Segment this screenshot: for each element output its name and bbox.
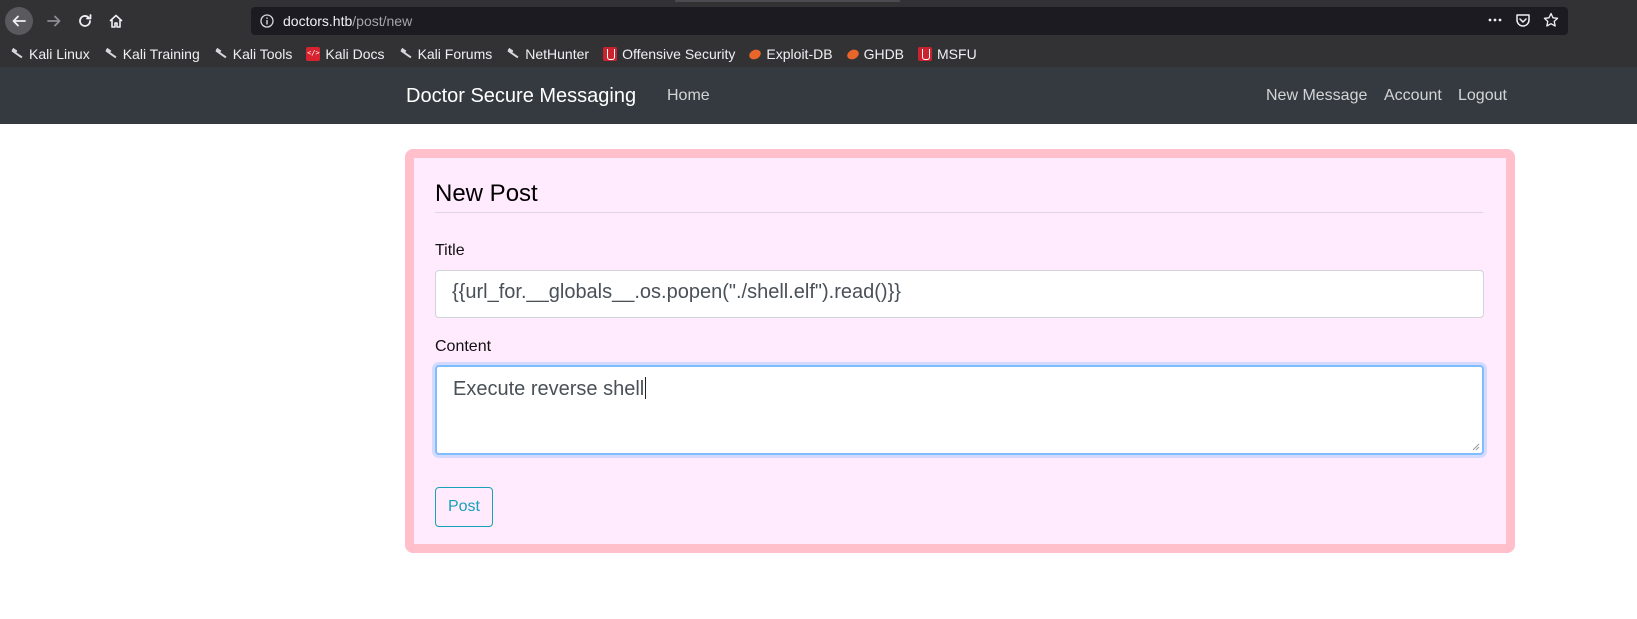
kali-dragon-icon <box>214 47 228 61</box>
content-text: Execute reverse shell <box>453 378 645 400</box>
bookmark-exploit-db[interactable]: Exploit-DB <box>748 46 833 62</box>
content-textarea[interactable]: Execute reverse shell <box>435 365 1484 455</box>
text-caret <box>645 377 647 399</box>
bookmark-nethunter[interactable]: NetHunter <box>506 46 589 62</box>
reload-icon <box>79 14 92 27</box>
bookmark-ghdb[interactable]: GHDB <box>845 46 905 62</box>
bookmark-label: GHDB <box>863 46 905 62</box>
bookmark-kali-training[interactable]: Kali Training <box>104 46 200 62</box>
bookmark-offensive-security[interactable]: Offensive Security <box>603 46 735 62</box>
bookmark-label: Kali Linux <box>29 46 90 62</box>
back-button[interactable] <box>5 7 33 35</box>
bookmark-msfu[interactable]: MSFU <box>918 46 977 62</box>
browser-toolbar: doctors.htb/post/new <box>0 0 1637 41</box>
home-icon <box>109 14 123 28</box>
bookmarks-bar: Kali Linux Kali Training Kali Tools Kali… <box>0 41 1637 67</box>
bookmark-label: NetHunter <box>525 46 590 62</box>
exploitdb-bug-icon <box>845 47 860 61</box>
kali-dragon-icon <box>104 47 118 61</box>
kali-dragon-icon <box>10 47 24 61</box>
bookmark-label: Kali Training <box>122 46 200 62</box>
post-submit-button[interactable]: Post <box>435 487 493 527</box>
bookmark-label: Offensive Security <box>622 46 736 62</box>
page-actions-icon[interactable] <box>1486 11 1504 29</box>
nav-logout-link[interactable]: Logout <box>1458 87 1507 105</box>
url-bar[interactable]: doctors.htb/post/new <box>251 7 1568 35</box>
bookmark-label: Kali Forums <box>417 46 493 62</box>
active-tab-indicator <box>675 0 900 2</box>
title-input[interactable]: {{url_for.__globals__.os.popen("./shell.… <box>435 270 1484 318</box>
bookmark-label: Kali Tools <box>232 46 293 62</box>
new-post-card: New Post Title {{url_for.__globals__.os.… <box>405 149 1515 553</box>
bookmark-star-icon[interactable] <box>1542 11 1560 29</box>
url-actions <box>1486 11 1560 29</box>
bookmark-kali-linux[interactable]: Kali Linux <box>10 46 90 62</box>
url-path: /post/new <box>352 13 413 29</box>
url-text[interactable]: doctors.htb/post/new <box>283 13 412 29</box>
content-label: Content <box>435 338 492 355</box>
navbar-brand[interactable]: Doctor Secure Messaging <box>406 85 636 108</box>
nav-new-message-link[interactable]: New Message <box>1266 87 1367 105</box>
resize-grip-icon[interactable] <box>1470 441 1480 451</box>
nav-account-link[interactable]: Account <box>1384 87 1442 105</box>
bookmark-label: Kali Docs <box>325 46 385 62</box>
form-legend: New Post <box>435 180 538 207</box>
url-host: doctors.htb <box>283 13 353 29</box>
bookmark-label: Exploit-DB <box>766 46 833 62</box>
site-navbar: Doctor Secure Messaging Home New Message… <box>0 67 1637 124</box>
kali-dragon-icon <box>506 47 520 61</box>
nav-home-link[interactable]: Home <box>667 87 710 105</box>
forward-button[interactable] <box>40 7 68 35</box>
site-info-icon[interactable] <box>259 13 275 29</box>
kali-docs-icon <box>306 47 321 61</box>
home-button[interactable] <box>102 7 130 35</box>
bookmark-kali-tools[interactable]: Kali Tools <box>214 46 293 62</box>
arrow-left-icon <box>12 15 26 27</box>
title-label: Title <box>435 242 465 259</box>
kali-dragon-icon <box>399 47 413 61</box>
bookmark-kali-forums[interactable]: Kali Forums <box>399 46 493 62</box>
legend-divider <box>435 212 1483 213</box>
reload-button[interactable] <box>71 7 99 35</box>
bookmark-kali-docs[interactable]: Kali Docs <box>306 46 385 62</box>
offsec-flask-icon <box>603 47 618 61</box>
pocket-icon[interactable] <box>1514 11 1532 29</box>
offsec-flask-icon <box>918 47 933 61</box>
exploitdb-bug-icon <box>748 47 763 61</box>
bookmark-label: MSFU <box>937 46 977 62</box>
arrow-right-icon <box>47 15 61 27</box>
